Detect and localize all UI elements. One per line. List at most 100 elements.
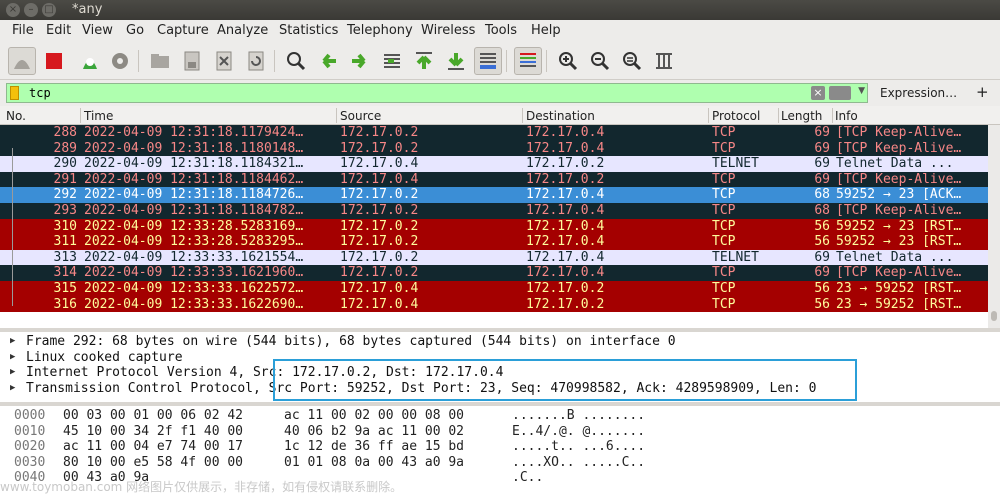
packet-proto: TCP <box>712 234 736 250</box>
last-packet-icon[interactable] <box>442 47 470 75</box>
filter-text[interactable]: tcp <box>29 86 51 100</box>
packet-row[interactable]: 313 2022-04-09 12:33:33.1621554… 172.17.0.… <box>0 249 988 266</box>
zoom-normal-icon[interactable] <box>618 47 646 75</box>
add-filter-button[interactable]: + <box>976 83 989 101</box>
autoscroll-icon[interactable] <box>474 47 502 75</box>
packet-row[interactable]: 314 2022-04-09 12:33:33.1621960… 172.17.0.… <box>0 265 988 281</box>
menu-statistics[interactable]: Statistics <box>279 23 338 38</box>
menu-go[interactable]: Go <box>126 23 144 38</box>
go-to-packet-icon[interactable] <box>378 47 406 75</box>
expand-arrow-icon[interactable]: ▶ <box>10 381 15 397</box>
menu-capture[interactable]: Capture <box>157 23 209 38</box>
toolbar-separator <box>506 50 507 72</box>
column-separator[interactable] <box>336 108 337 123</box>
packet-src: 172.17.0.2 <box>340 234 419 250</box>
restart-icon[interactable] <box>76 47 104 75</box>
packet-info: Telnet Data ... <box>836 249 954 265</box>
menu-file[interactable]: File <box>12 23 34 38</box>
packet-dst: 172.17.0.4 <box>526 140 605 156</box>
zoom-in-icon[interactable] <box>554 47 582 75</box>
packet-proto: TELNET <box>712 156 759 172</box>
packet-row[interactable]: 310 2022-04-09 12:33:28.5283169… 172.17.0.… <box>0 218 988 235</box>
menu-analyze[interactable]: Analyze <box>217 23 268 38</box>
hex-bytes: 01 01 08 0a 00 43 a0 9a <box>284 454 465 470</box>
display-filter-bar: tcp × ▼ Expression… + <box>0 80 1000 106</box>
maximize-window-icon[interactable]: □ <box>42 3 56 17</box>
packet-no: 288 <box>53 125 77 140</box>
packet-no: 313 <box>53 249 77 265</box>
packet-info: [TCP Keep-Alive… <box>836 140 962 156</box>
display-filter-input[interactable]: tcp × ▼ <box>6 83 868 103</box>
menu-tools[interactable]: Tools <box>485 23 517 38</box>
back-arrow-icon[interactable] <box>314 47 342 75</box>
column-header-info[interactable]: Info <box>835 109 858 123</box>
hex-bytes: 80 10 00 e5 58 4f 00 00 <box>63 454 244 470</box>
column-header-protocol[interactable]: Protocol <box>712 109 760 123</box>
forward-arrow-icon[interactable] <box>346 47 374 75</box>
close-window-icon[interactable]: × <box>6 3 20 17</box>
column-header-source[interactable]: Source <box>340 109 381 123</box>
packet-row[interactable]: 289 2022-04-09 12:31:18.1180148… 172.17.0.… <box>0 140 988 157</box>
packet-proto: TCP <box>712 171 736 187</box>
column-separator[interactable] <box>80 108 81 123</box>
scrollbar-thumb[interactable] <box>991 311 997 321</box>
packet-row[interactable]: 290 2022-04-09 12:31:18.1184321… 172.17.0.… <box>0 156 988 172</box>
menu-help[interactable]: Help <box>531 23 561 38</box>
packet-row[interactable]: 293 2022-04-09 12:31:18.1184782… 172.17.0.… <box>0 203 988 219</box>
packet-row[interactable]: 316 2022-04-09 12:33:33.1622690… 172.17.0.… <box>0 296 988 313</box>
menu-edit[interactable]: Edit <box>46 23 71 38</box>
packet-row[interactable]: 291 2022-04-09 12:31:18.1184462… 172.17.0.… <box>0 171 988 188</box>
options-gear-icon[interactable] <box>106 47 134 75</box>
column-header-no[interactable]: No. <box>6 109 26 123</box>
related-packet-line <box>12 148 13 306</box>
toolbar-separator <box>138 50 139 72</box>
packet-time: 2022-04-09 12:33:33.1622572… <box>84 281 304 296</box>
reload-icon[interactable] <box>242 47 270 75</box>
filter-history-dropdown-icon[interactable]: ▼ <box>858 86 865 96</box>
clear-filter-icon[interactable]: × <box>811 86 825 100</box>
expression-button[interactable]: Expression… <box>880 86 957 100</box>
minimize-window-icon[interactable]: – <box>24 3 38 17</box>
packet-info: [TCP Keep-Alive… <box>836 203 962 218</box>
packet-list-scrollbar[interactable] <box>988 125 1000 328</box>
menu-bar: File Edit View Go Capture Analyze Statistics Te… <box>0 20 1000 42</box>
menu-wireless[interactable]: Wireless <box>421 23 475 38</box>
column-separator[interactable] <box>832 108 833 123</box>
colorize-icon[interactable] <box>514 47 542 75</box>
hex-offset: 0010 <box>14 423 46 439</box>
packet-proto: TCP <box>712 218 736 234</box>
find-icon[interactable] <box>282 47 310 75</box>
column-separator[interactable] <box>778 108 779 123</box>
column-separator[interactable] <box>708 108 709 123</box>
menu-view[interactable]: View <box>82 23 113 38</box>
first-packet-icon[interactable] <box>410 47 438 75</box>
close-file-icon[interactable] <box>210 47 238 75</box>
packet-row[interactable]: 315 2022-04-09 12:33:33.1622572… 172.17.0.… <box>0 281 988 297</box>
shark-fin-icon[interactable] <box>8 47 36 75</box>
packet-time: 2022-04-09 12:33:28.5283295… <box>84 234 304 250</box>
packet-dst: 172.17.0.4 <box>526 234 605 250</box>
resize-columns-icon[interactable] <box>650 47 678 75</box>
packet-len: 56 <box>814 234 830 250</box>
packet-src: 172.17.0.2 <box>340 187 419 203</box>
packet-src: 172.17.0.2 <box>340 140 419 156</box>
column-header-length[interactable]: Length <box>781 109 822 123</box>
column-header-time[interactable]: Time <box>84 109 113 123</box>
save-file-icon[interactable] <box>178 47 206 75</box>
packet-row[interactable]: 311 2022-04-09 12:33:28.5283295… 172.17.0.… <box>0 234 988 250</box>
packet-len: 56 <box>814 281 830 296</box>
packet-dst: 172.17.0.4 <box>526 249 605 265</box>
apply-filter-icon[interactable] <box>829 86 851 100</box>
expand-arrow-icon[interactable]: ▶ <box>10 365 15 381</box>
menu-telephony[interactable]: Telephony <box>347 23 413 38</box>
stop-icon[interactable] <box>40 47 68 75</box>
bookmark-icon[interactable] <box>10 86 19 100</box>
zoom-out-icon[interactable] <box>586 47 614 75</box>
packet-row[interactable]: 292 2022-04-09 12:31:18.1184726… 172.17.0.… <box>0 187 988 203</box>
column-header-destination[interactable]: Destination <box>526 109 595 123</box>
column-separator[interactable] <box>522 108 523 123</box>
expand-arrow-icon[interactable]: ▶ <box>10 350 15 366</box>
expand-arrow-icon[interactable]: ▶ <box>10 334 15 350</box>
open-folder-icon[interactable] <box>146 47 174 75</box>
packet-row[interactable]: 288 2022-04-09 12:31:18.1179424… 172.17.0.… <box>0 125 988 141</box>
